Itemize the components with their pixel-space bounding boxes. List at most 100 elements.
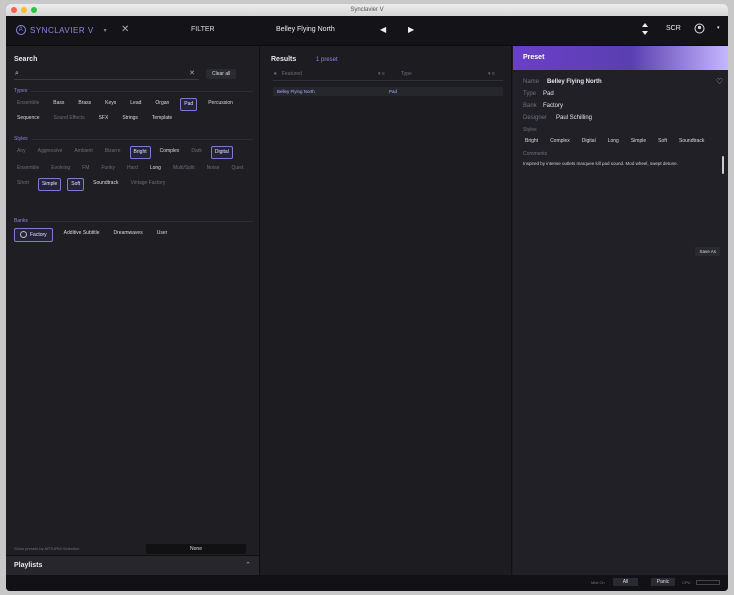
type-tag[interactable]: Sound Effects [51,113,88,124]
preset-style-tags: Bright Complex Digital Long Simple Soft Soundt… [523,137,711,145]
heart-icon[interactable]: ♡ [716,77,723,86]
type-tag[interactable]: Brass [75,98,94,111]
type-tag[interactable]: Organ [152,98,172,111]
comments-text[interactable]: Inspired by intense outlets marquee kill… [523,161,718,167]
preset-name-row: Name Belley Flying North ♡ [523,77,723,91]
sort-arrows-icon[interactable] [642,23,648,35]
style-tag[interactable]: Multi/Split [170,163,198,174]
result-row[interactable]: Belley Flying North Pad [273,87,503,96]
filter-label[interactable]: FILTER [191,26,215,33]
preset-style-tag[interactable]: Simple [629,137,648,145]
save-as-button[interactable]: Save As [695,247,720,256]
style-tag[interactable]: Ambient [71,146,95,159]
star-icon[interactable]: ★ [273,71,277,77]
zoom-window-button[interactable] [31,7,37,13]
close-window-button[interactable] [11,7,17,13]
title-bar: Synclavier V [6,4,728,16]
chevron-up-icon[interactable]: ⌃ [245,561,251,569]
preset-type-value[interactable]: Pad [543,91,554,97]
style-tag[interactable]: Digital [210,146,233,159]
style-tag[interactable]: Aggressive [35,146,66,159]
type-tag[interactable]: Sequence [14,113,43,124]
types-section: Types Ensemble Bass Brass Keys Lead Organ Pad P… [6,88,259,132]
styles-tags: Airy Aggressive Ambient Bizarre Bright Comple… [14,146,259,191]
preset-style-tag[interactable]: Complex [548,137,572,145]
preset-style-tag[interactable]: Long [606,137,621,145]
bank-tag[interactable]: Factory [14,228,53,242]
minimize-window-button[interactable] [21,7,27,13]
bank-label: Bank [523,103,537,109]
midi-channel-select[interactable]: All [613,578,638,586]
type-tag[interactable]: Pad [180,98,198,111]
style-tag[interactable]: Long [147,163,164,174]
next-preset-button[interactable]: ▶ [408,25,414,34]
style-tag[interactable]: Airy [14,146,29,159]
style-tag[interactable]: Vintage Factory [127,178,168,191]
preset-style-tag[interactable]: Bright [523,137,540,145]
type-tag[interactable]: Percussion [205,98,236,111]
preset-style-tag[interactable]: Digital [580,137,598,145]
preset-designer-row: Designer Paul Schilling [523,115,723,127]
col-featured[interactable]: Featured [282,71,302,77]
preset-header-title: Preset [523,54,545,61]
clear-all-button[interactable]: Clear all [206,69,237,79]
preset-style-tag[interactable]: Soft [656,137,669,145]
selection-dropdown[interactable]: None [146,544,246,554]
style-tag[interactable]: Soft [67,178,85,191]
style-tag[interactable]: Noise [204,163,223,174]
type-tag[interactable]: Keys [102,98,119,111]
style-tag[interactable]: Short [14,178,32,191]
app-logo-menu[interactable]: A SYNCLAVIER V ▾ [16,25,107,35]
scr-button[interactable]: SCR [666,25,681,32]
panic-button[interactable]: Panic [651,578,675,586]
cpu-meter [696,580,720,585]
style-tag[interactable]: Soundtrack [90,178,121,191]
style-tag[interactable]: Simple [37,178,62,191]
close-browser-button[interactable]: ✕ [121,24,129,35]
preset-designer-value[interactable]: Paul Schilling [556,115,592,121]
sort-arrow-icon[interactable]: ▾ ≡ [378,71,385,77]
settings-chevron-icon[interactable]: ▾ [717,25,720,31]
sort-arrow-icon-2[interactable]: ▾ ≡ [488,71,495,77]
search-input[interactable]: ⌕ ✕ [14,70,199,80]
banks-header[interactable]: Banks [14,218,259,224]
style-tag[interactable]: Evolving [48,163,73,174]
user-icon[interactable] [694,23,705,34]
name-label: Name [523,79,540,85]
app-window: Synclavier V A SYNCLAVIER V ▾ ✕ FILTER B… [6,4,728,591]
search-title: Search [14,56,38,63]
clear-search-icon[interactable]: ✕ [189,69,195,77]
preset-scrollbar[interactable] [722,156,724,174]
result-type: Pad [389,89,398,94]
style-tag[interactable]: FM [79,163,92,174]
preset-name-value[interactable]: Belley Flying North [547,79,602,85]
types-header[interactable]: Types [14,88,259,94]
bank-tag[interactable]: Dreamwaves [111,228,146,242]
type-tag[interactable]: Template [149,113,175,124]
style-tag[interactable]: Bizarre [102,146,124,159]
preset-style-tag[interactable]: Soundtrack [677,137,706,145]
styles-header[interactable]: Styles [14,136,259,142]
types-tags: Ensemble Bass Brass Keys Lead Organ Pad Percuss… [14,98,259,124]
style-tag[interactable]: Quiet [228,163,246,174]
playlists-bar[interactable]: Playlists ⌃ [6,555,259,575]
style-tag[interactable]: Ensemble [14,163,42,174]
type-tag[interactable]: Ensemble [14,98,42,111]
preset-bank-value[interactable]: Factory [543,103,563,109]
bank-tag[interactable]: Additive Subtitle [61,228,103,242]
style-tag[interactable]: Complex [157,146,183,159]
prev-preset-button[interactable]: ◀ [380,25,386,34]
style-tag[interactable]: Dark [188,146,205,159]
style-tag[interactable]: Hard [124,163,141,174]
current-preset-name[interactable]: Belley Flying North [276,26,335,33]
col-type[interactable]: Type [401,71,412,77]
type-tag[interactable]: SFX [96,113,112,124]
top-toolbar: A SYNCLAVIER V ▾ ✕ FILTER Belley Flying … [6,16,728,46]
bank-tag[interactable]: User [154,228,171,242]
type-tag[interactable]: Bass [50,98,67,111]
style-tag[interactable]: Funky [98,163,118,174]
type-tag[interactable]: Lead [127,98,144,111]
results-title: Results [271,56,297,63]
type-tag[interactable]: Strings [119,113,141,124]
style-tag[interactable]: Bright [129,146,151,159]
